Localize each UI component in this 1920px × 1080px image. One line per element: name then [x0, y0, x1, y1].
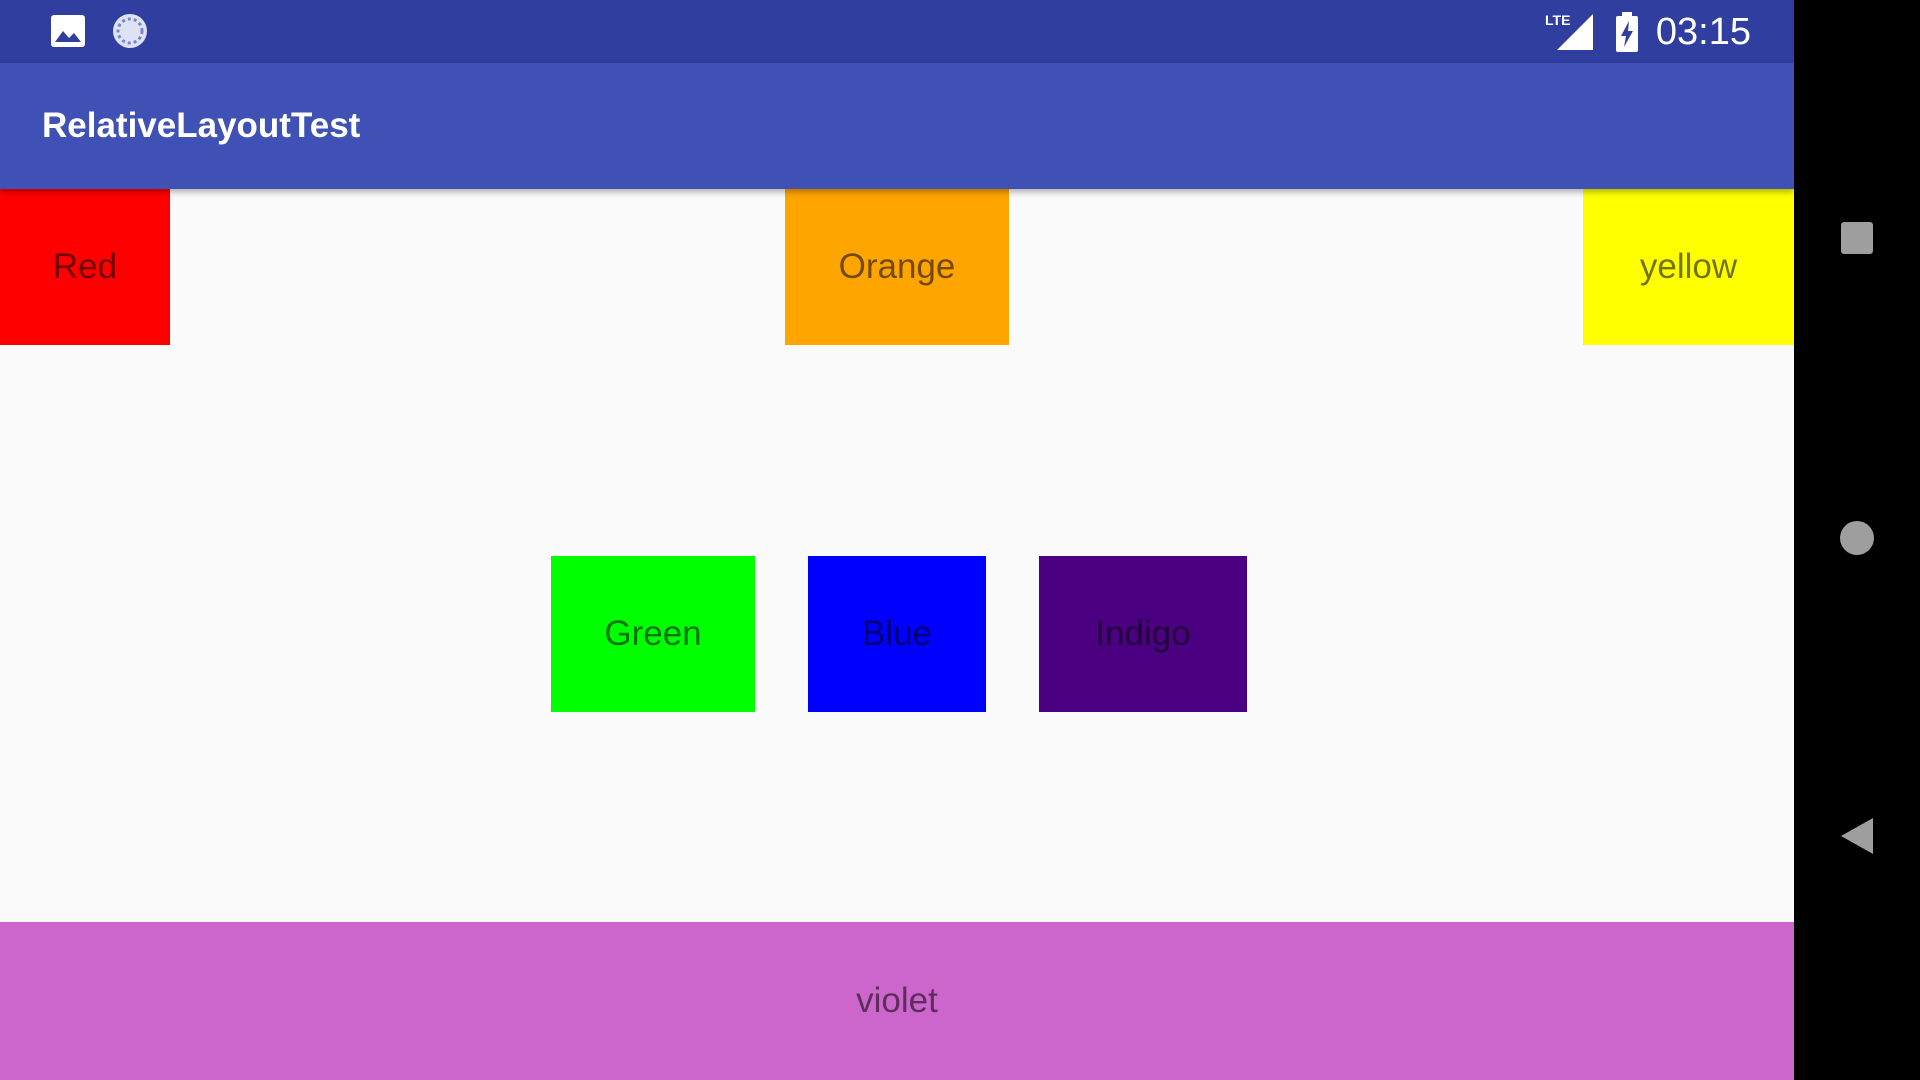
- back-icon: [1840, 817, 1874, 860]
- image-icon: [50, 14, 86, 53]
- recents-icon: [1840, 221, 1874, 260]
- sync-icon: [111, 12, 149, 55]
- violet-box: violet: [0, 922, 1794, 1080]
- red-box-label: Red: [52, 247, 118, 286]
- lte-signal-icon: LTE: [1545, 12, 1595, 57]
- yellow-box-label: yellow: [1639, 247, 1738, 286]
- indigo-box: Indigo: [1039, 556, 1247, 712]
- home-icon: [1839, 520, 1875, 561]
- orange-box: Orange: [785, 189, 1009, 345]
- recents-button[interactable]: [1794, 200, 1920, 280]
- violet-box-label: violet: [856, 981, 938, 1020]
- app-title: RelativeLayoutTest: [42, 106, 361, 145]
- battery-charging-icon: [1614, 11, 1640, 58]
- orange-box-label: Orange: [838, 247, 956, 286]
- yellow-box: yellow: [1583, 189, 1794, 345]
- app-bar: RelativeLayoutTest: [0, 63, 1794, 189]
- red-box: Red: [0, 189, 170, 345]
- blue-box-label: Blue: [861, 614, 933, 653]
- lte-label: LTE: [1545, 12, 1570, 28]
- status-time: 03:15: [1655, 11, 1751, 53]
- green-box: Green: [551, 556, 755, 712]
- back-button[interactable]: [1794, 798, 1920, 878]
- green-box-label: Green: [604, 614, 702, 653]
- indigo-box-label: Indigo: [1095, 614, 1191, 653]
- status-bar: LTE 03:15: [0, 0, 1794, 63]
- blue-box: Blue: [808, 556, 986, 712]
- navigation-bar: [1794, 0, 1920, 1080]
- app-screen: LTE 03:15 RelativeLayoutTest Red Orange …: [0, 0, 1794, 1080]
- home-button[interactable]: [1794, 500, 1920, 580]
